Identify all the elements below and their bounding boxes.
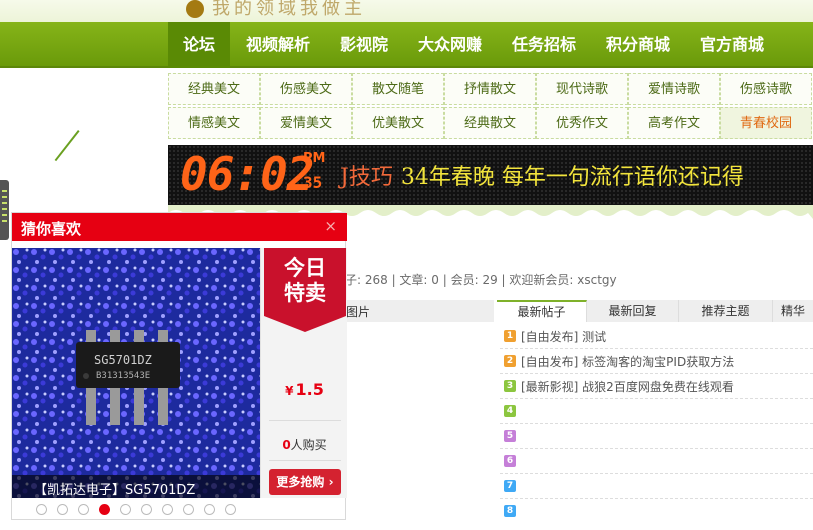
carousel-dot[interactable]: [57, 504, 68, 515]
rank-badge: 8: [504, 505, 516, 517]
chip-label-2: B31313543E: [96, 371, 150, 381]
main-nav: 论坛 视频解析 影视院 大众网赚 任务招标 积分商城 官方商城: [0, 22, 813, 68]
rank-badge: 2: [504, 355, 516, 367]
list-item[interactable]: 2 [自由发布] 标签淘客的淘宝PID获取方法: [500, 349, 813, 374]
carousel-dot[interactable]: [120, 504, 131, 515]
ticker-headline: 34年春晚 每年一句流行语你还记得: [400, 165, 744, 190]
list-item[interactable]: 8: [500, 499, 813, 524]
subnav-item[interactable]: 伤感美文: [260, 73, 352, 105]
product-caption[interactable]: 【凯拓达电子】SG5701DZ: [34, 479, 195, 498]
nav-item-earn[interactable]: 大众网赚: [418, 22, 482, 68]
close-icon[interactable]: ×: [324, 217, 337, 235]
product-image[interactable]: SG5701DZ B31313543E: [12, 248, 260, 498]
price: ¥1.5: [261, 380, 348, 399]
deal-line: 特卖: [284, 281, 326, 305]
widget-header: 猜你喜欢 ×: [12, 213, 347, 241]
subnav-item[interactable]: 爱情美文: [260, 107, 352, 139]
nav-item-forum[interactable]: 论坛: [168, 22, 230, 68]
list-item[interactable]: 7: [500, 474, 813, 499]
rank-badge: 4: [504, 405, 516, 417]
tab-featured[interactable]: 精华: [773, 300, 813, 322]
subnav-item[interactable]: 优美散文: [352, 107, 444, 139]
carousel-dot[interactable]: [225, 504, 236, 515]
forum-stats: 子: 268 | 文章: 0 | 会员: 29 | 欢迎新会员: xsctgy: [345, 273, 617, 287]
decorative-stroke: [54, 130, 80, 162]
site-logo[interactable]: 我的领域我做主: [186, 0, 406, 19]
news-ticker: 06:02 PM 35 J技巧 34年春晚 每年一句流行语你还记得: [168, 145, 813, 205]
nav-item-cinema[interactable]: 影视院: [340, 22, 388, 68]
carousel-dot[interactable]: [204, 504, 215, 515]
today-deal-label: 今日 特卖: [264, 256, 346, 306]
price-value: 1.5: [295, 380, 324, 399]
rank-badge: 7: [504, 480, 516, 492]
tab-latest-replies[interactable]: 最新回复: [587, 300, 679, 322]
subnav-item[interactable]: 经典美文: [168, 73, 260, 105]
top-banner: 我的领域我做主: [0, 0, 813, 22]
product-caption-bar: 【凯拓达电子】SG5701DZ: [12, 475, 260, 498]
ticker-prefix: J技巧: [340, 165, 393, 190]
post-title[interactable]: [自由发布] 标签淘客的淘宝PID获取方法: [521, 353, 734, 370]
ticker-headline-link[interactable]: J技巧 34年春晚 每年一句流行语你还记得: [340, 159, 744, 191]
subnav-item[interactable]: 伤感诗歌: [720, 73, 812, 105]
buyer-count: 0人购买: [261, 436, 348, 456]
subnav-item[interactable]: 散文随笔: [352, 73, 444, 105]
buy-label: 更多抢购: [276, 475, 325, 489]
carousel-dot[interactable]: [162, 504, 173, 515]
widget-title: 猜你喜欢: [21, 220, 82, 238]
buyer-suffix: 人购买: [290, 438, 327, 452]
subnav-item-active[interactable]: 青春校园: [720, 107, 812, 139]
subnav-item[interactable]: 爱情诗歌: [628, 73, 720, 105]
subnav-item[interactable]: 优秀作文: [536, 107, 628, 139]
category-subnav: 经典美文 伤感美文 散文随笔 抒情散文 现代诗歌 爱情诗歌 伤感诗歌 情感美文 …: [168, 73, 813, 141]
rank-badge: 5: [504, 430, 516, 442]
carousel-dot[interactable]: [141, 504, 152, 515]
nav-item-tasks[interactable]: 任务招标: [512, 22, 576, 68]
side-float-tab[interactable]: [0, 180, 9, 240]
divider: [269, 460, 341, 461]
rank-badge: 3: [504, 380, 516, 392]
deal-line: 今日: [284, 256, 326, 280]
list-item[interactable]: 4: [500, 399, 813, 424]
carousel-dot[interactable]: [183, 504, 194, 515]
deal-panel: 今日 特卖 ¥1.5 0人购买 更多抢购 ›: [260, 248, 347, 498]
recommend-widget: 猜你喜欢 × SG5701DZ B31313543E 【凯拓达电子】SG5701…: [11, 212, 347, 520]
carousel-dot[interactable]: [36, 504, 47, 515]
tab-recommended[interactable]: 推荐主题: [679, 300, 773, 322]
carousel-dot[interactable]: [78, 504, 89, 515]
list-item[interactable]: 3 [最新影视] 战狼2百度网盘免费在线观看: [500, 374, 813, 399]
subnav-item[interactable]: 经典散文: [444, 107, 536, 139]
post-title[interactable]: [自由发布] 测试: [521, 328, 606, 345]
list-item[interactable]: 6: [500, 449, 813, 474]
list-item[interactable]: 1 [自由发布] 测试: [500, 324, 813, 349]
clock-time: 06:02: [180, 147, 314, 201]
nav-item-points-mall[interactable]: 积分商城: [606, 22, 670, 68]
ic-chip-photo: SG5701DZ B31313543E: [12, 248, 260, 498]
buyer-number: 0: [282, 438, 291, 452]
tab-images[interactable]: 图片: [346, 303, 370, 320]
tab-latest-posts[interactable]: 最新帖子: [497, 300, 587, 322]
subnav-item[interactable]: 高考作文: [628, 107, 720, 139]
subnav-item[interactable]: 抒情散文: [444, 73, 536, 105]
buy-more-button[interactable]: 更多抢购 ›: [269, 469, 341, 495]
carousel-dot-active[interactable]: [99, 504, 110, 515]
currency-symbol: ¥: [285, 384, 294, 398]
nav-item-video-parse[interactable]: 视频解析: [246, 22, 310, 68]
divider: [269, 420, 341, 421]
logo-icon: [186, 0, 204, 18]
logo-text: 我的领域我做主: [212, 0, 366, 19]
list-item[interactable]: 5: [500, 424, 813, 449]
subnav-item[interactable]: 情感美文: [168, 107, 260, 139]
rank-badge: 1: [504, 330, 516, 342]
nav-item-official-mall[interactable]: 官方商城: [700, 22, 764, 68]
clock-seconds: 35: [303, 173, 323, 192]
clock-ampm: PM: [303, 151, 326, 166]
rank-badge: 6: [504, 455, 516, 467]
subnav-item[interactable]: 现代诗歌: [536, 73, 628, 105]
post-title[interactable]: [最新影视] 战狼2百度网盘免费在线观看: [521, 378, 734, 395]
post-tabs: 最新帖子 最新回复 推荐主题 精华: [497, 300, 813, 322]
chip-label-1: SG5701DZ: [94, 353, 152, 367]
chevron-right-icon: ›: [328, 475, 334, 489]
